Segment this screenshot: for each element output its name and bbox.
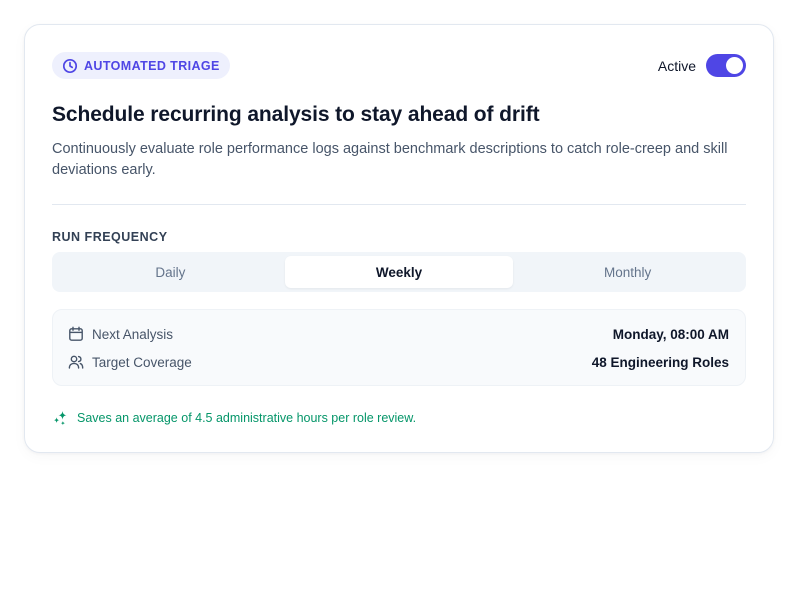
badge-label: AUTOMATED TRIAGE [84,58,220,73]
frequency-option-daily[interactable]: Daily [56,256,285,288]
clock-icon [62,58,78,74]
frequency-option-monthly[interactable]: Monthly [513,256,742,288]
next-analysis-row: Next Analysis Monday, 08:00 AM [68,324,729,344]
calendar-icon [68,326,84,342]
sparkles-icon [52,410,69,427]
target-coverage-row: Target Coverage 48 Engineering Roles [68,352,729,372]
users-icon [68,354,84,370]
card-title: Schedule recurring analysis to stay ahea… [52,103,540,126]
run-frequency-label: RUN FREQUENCY [52,230,168,244]
automated-triage-badge: AUTOMATED TRIAGE [52,52,230,79]
active-toggle-group: Active [658,54,746,77]
savings-note: Saves an average of 4.5 administrative h… [52,409,416,427]
automation-card: AUTOMATED TRIAGE Active Schedule recurri… [24,24,774,453]
divider [52,204,746,205]
frequency-segmented-control: Daily Weekly Monthly [52,252,746,292]
frequency-option-weekly[interactable]: Weekly [284,256,514,288]
target-coverage-value: 48 Engineering Roles [591,354,729,370]
card-description: Continuously evaluate role performance l… [52,141,728,178]
next-analysis-label: Next Analysis [92,326,174,342]
target-coverage-label: Target Coverage [92,354,192,370]
active-toggle[interactable] [706,54,746,77]
toggle-knob [726,57,743,74]
savings-note-text: Saves an average of 4.5 administrative h… [77,411,417,425]
toggle-label: Active [657,57,696,74]
schedule-details-panel: Next Analysis Monday, 08:00 AM Target Co… [52,309,746,386]
next-analysis-value: Monday, 08:00 AM [612,326,729,342]
